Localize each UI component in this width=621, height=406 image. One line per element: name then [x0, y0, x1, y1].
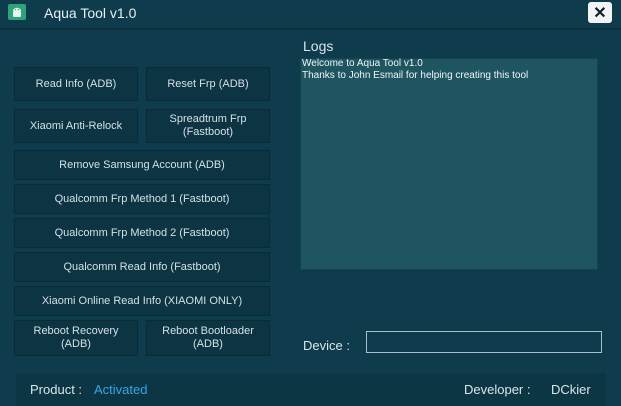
xiaomi-anti-relock-button[interactable]: Xiaomi Anti-Relock	[14, 109, 138, 143]
log-line: Welcome to Aqua Tool v1.0	[302, 58, 423, 69]
logs-bottom-area	[300, 270, 598, 328]
android-app-icon	[8, 4, 26, 20]
remove-samsung-account-button[interactable]: Remove Samsung Account (ADB)	[14, 150, 270, 180]
read-info-adb-button[interactable]: Read Info (ADB)	[14, 67, 138, 101]
device-input[interactable]	[366, 331, 602, 353]
logs-label: Logs	[303, 38, 334, 54]
developer-name: DCkier	[551, 382, 591, 397]
qualcomm-read-info-button[interactable]: Qualcomm Read Info (Fastboot)	[14, 252, 270, 282]
qualcomm-frp-method-1-button[interactable]: Qualcomm Frp Method 1 (Fastboot)	[14, 184, 270, 214]
developer-label: Developer :	[464, 382, 531, 397]
reset-frp-adb-button[interactable]: Reset Frp (ADB)	[146, 67, 270, 101]
reboot-bootloader-button[interactable]: Reboot Bootloader (ADB)	[146, 320, 270, 356]
xiaomi-online-read-info-button[interactable]: Xiaomi Online Read Info (XIAOMI ONLY)	[14, 286, 270, 316]
qualcomm-frp-method-2-button[interactable]: Qualcomm Frp Method 2 (Fastboot)	[14, 218, 270, 248]
log-line: Thanks to John Esmail for helping creati…	[302, 70, 529, 81]
product-label: Product :	[30, 382, 83, 397]
title-bar: Aqua Tool v1.0 ✕	[0, 0, 621, 26]
reboot-recovery-button[interactable]: Reboot Recovery (ADB)	[14, 320, 138, 356]
close-icon: ✕	[593, 4, 607, 22]
window-title: Aqua Tool v1.0	[44, 5, 137, 21]
spreadtrum-frp-button[interactable]: Spreadtrum Frp (Fastboot)	[146, 109, 270, 143]
device-label: Device :	[303, 338, 350, 353]
close-button[interactable]: ✕	[588, 2, 612, 23]
product-status: Activated	[94, 382, 148, 397]
logs-textbox[interactable]: Welcome to Aqua Tool v1.0 Thanks to John…	[300, 58, 598, 270]
